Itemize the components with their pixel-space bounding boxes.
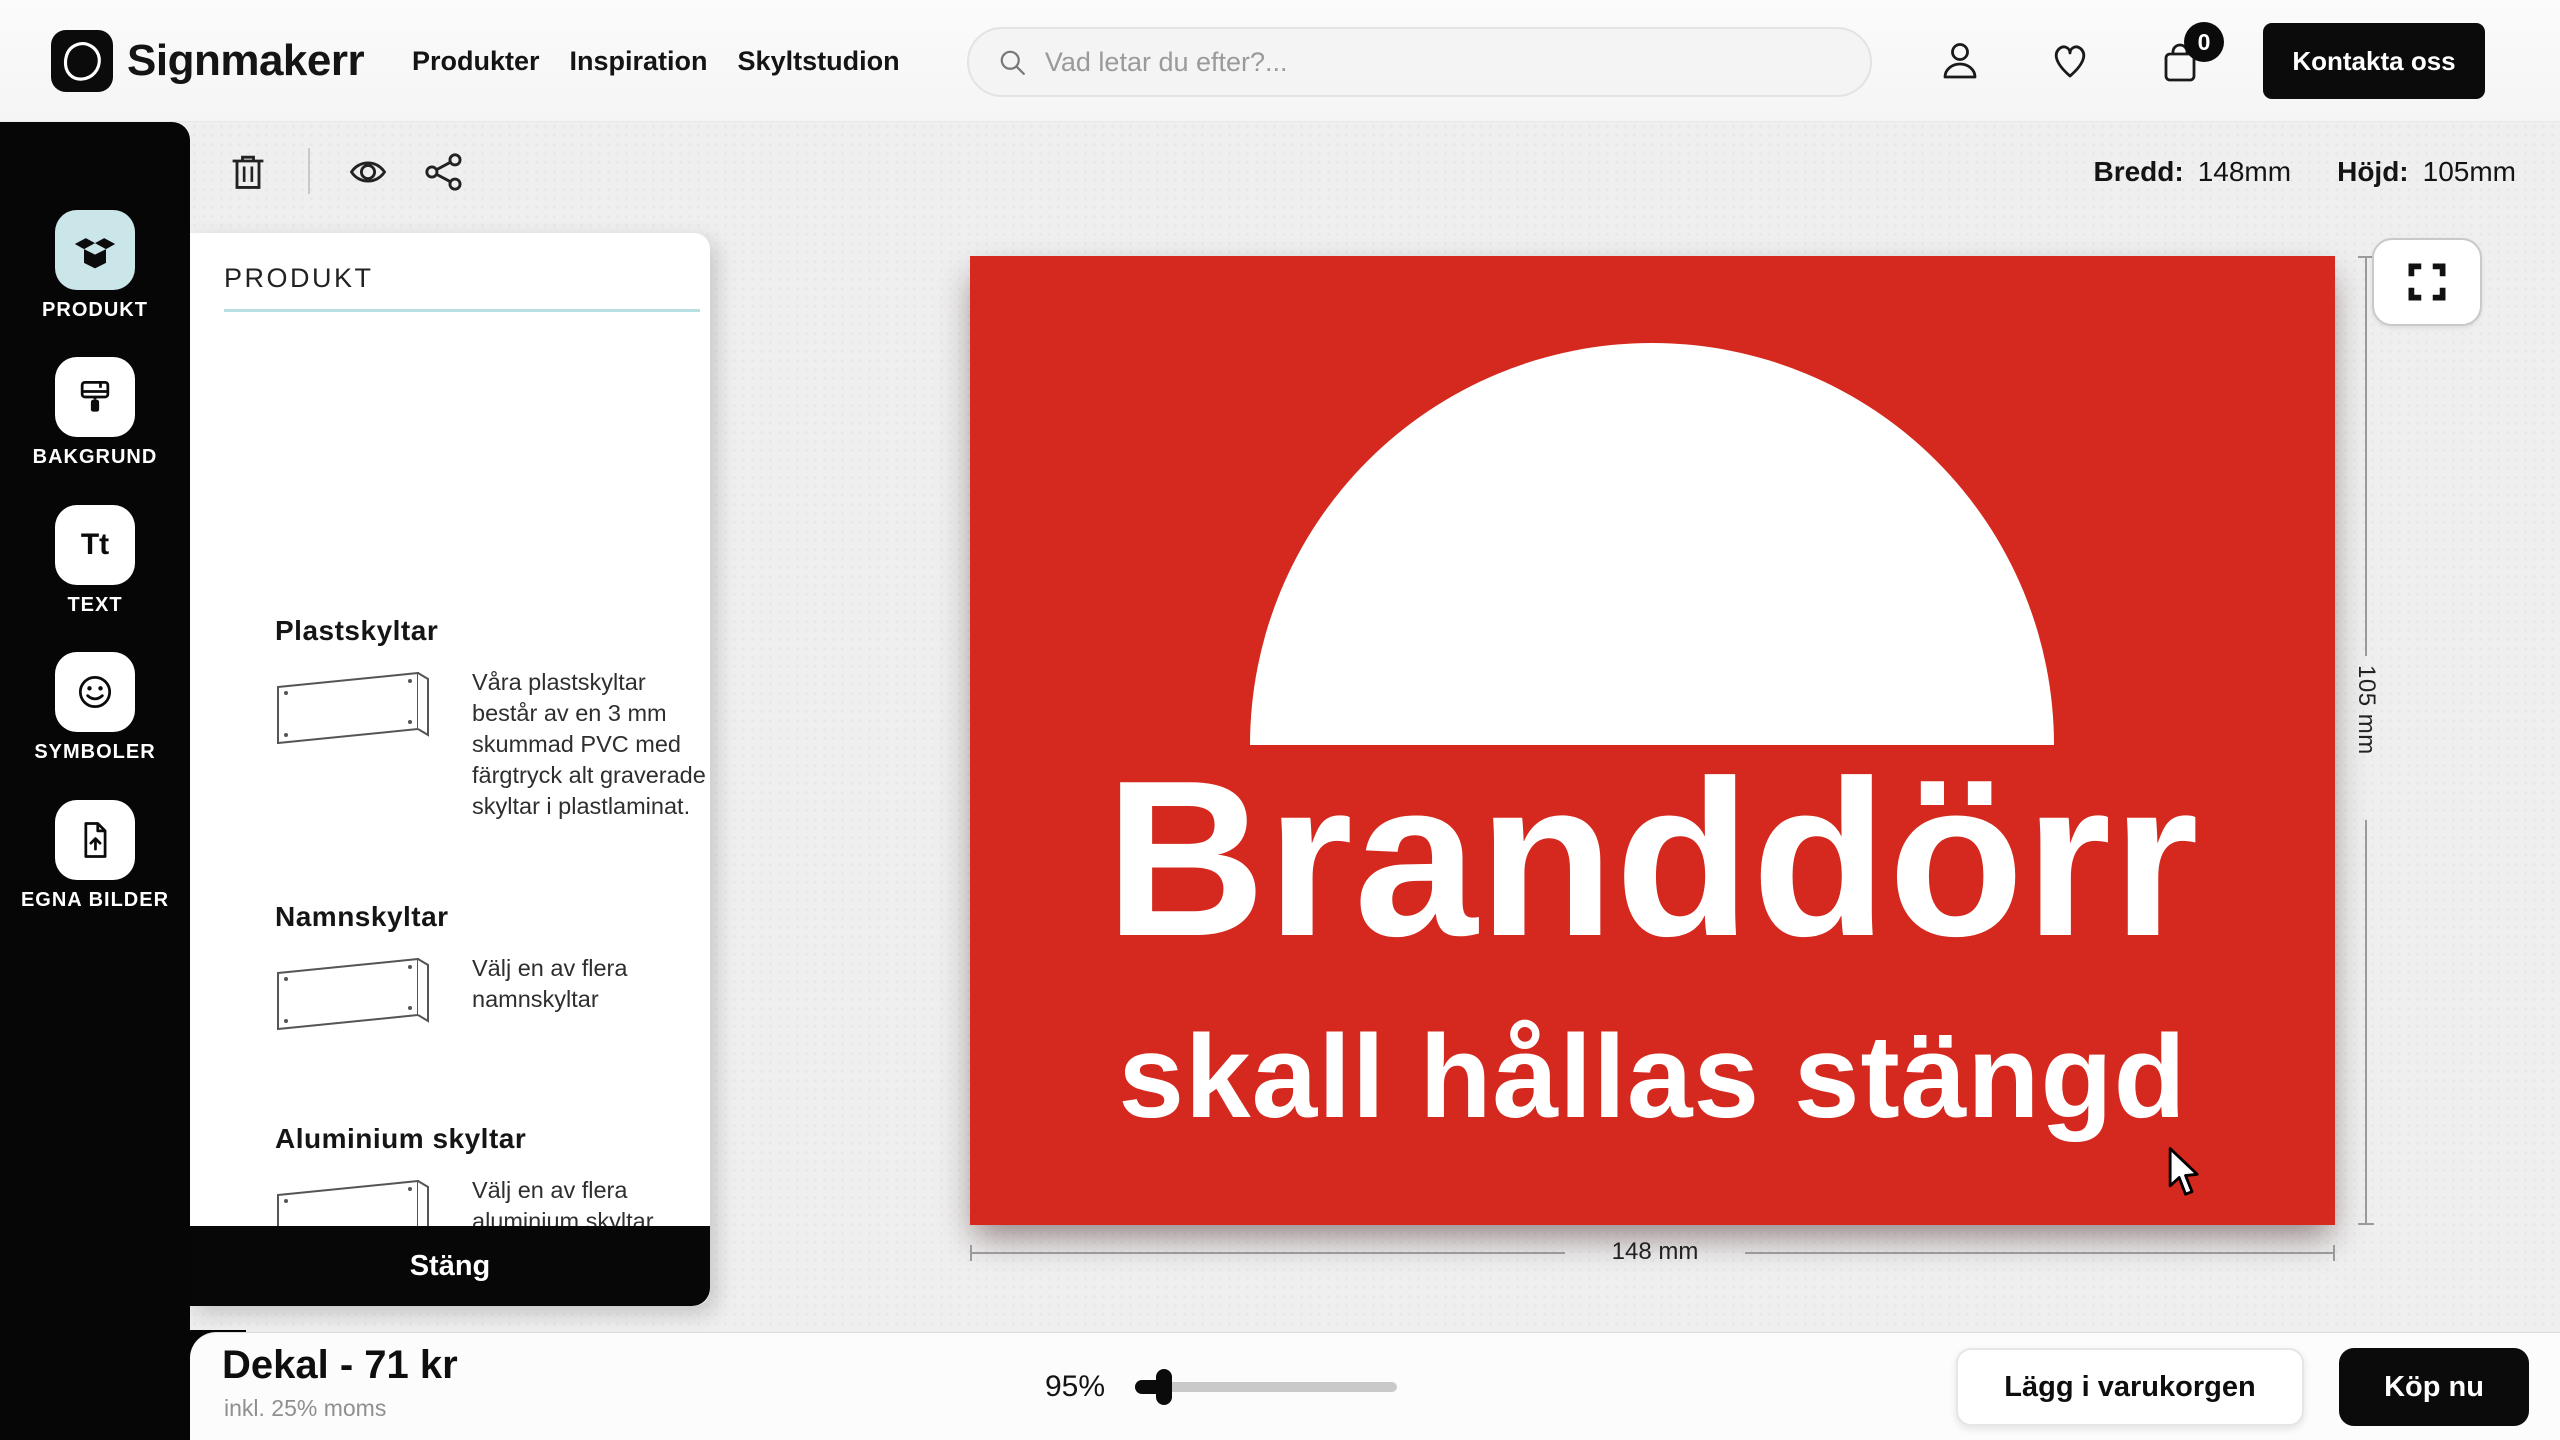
- height-label: Höjd:: [2337, 156, 2409, 188]
- sign-plate-icon: [270, 953, 452, 1033]
- product-panel: PRODUKT Plastskyltar Våra plastskyltar b…: [190, 233, 710, 1306]
- width-label: Bredd:: [2093, 156, 2183, 188]
- panel-title-underline: [224, 309, 700, 312]
- zoom-slider-track[interactable]: [1135, 1382, 1397, 1392]
- fullscreen-button[interactable]: [2372, 238, 2482, 326]
- file-upload-icon: [55, 800, 135, 880]
- close-panel-button[interactable]: Stäng: [190, 1226, 710, 1306]
- zoom-slider-handle[interactable]: [1156, 1369, 1172, 1405]
- heart-icon[interactable]: [2046, 36, 2094, 84]
- buy-now-button[interactable]: Köp nu: [2339, 1348, 2529, 1426]
- nav-skyltstudion[interactable]: Skyltstudion: [738, 46, 900, 77]
- paint-brush-icon: [55, 357, 135, 437]
- cart-count-badge: 0: [2184, 22, 2224, 62]
- zoom-slider[interactable]: [1135, 1367, 1397, 1407]
- sign-plate-icon: [270, 667, 452, 747]
- sidebar-item-produkt[interactable]: PRODUKT: [0, 210, 190, 322]
- add-to-cart-button[interactable]: Lägg i varukorgen: [1956, 1348, 2304, 1426]
- main-nav: Produkter Inspiration Skyltstudion: [412, 0, 900, 122]
- user-icon[interactable]: [1936, 36, 1984, 84]
- section-plastskyltar[interactable]: Plastskyltar Våra plastskyltar består av…: [190, 615, 710, 815]
- nav-produkter[interactable]: Produkter: [412, 46, 540, 77]
- sidebar-item-bakgrund[interactable]: BAKGRUND: [0, 357, 190, 469]
- contact-button[interactable]: Kontakta oss: [2263, 23, 2485, 99]
- search-icon: [995, 44, 1029, 80]
- tool-sidebar: PRODUKT BAKGRUND Tt TEXT SYMBOLER EGNA B…: [0, 122, 190, 1440]
- panel-title: PRODUKT: [224, 263, 374, 294]
- width-dimension-label: 148 mm: [1575, 1238, 1735, 1266]
- brand-logo-icon[interactable]: [51, 30, 113, 92]
- smiley-icon: [55, 652, 135, 732]
- eye-icon[interactable]: [346, 150, 394, 198]
- brand-name: Signmakerr: [127, 0, 364, 122]
- sign-text-line2[interactable]: skall hållas stängd: [970, 1018, 2335, 1136]
- product-price: Dekal - 71 kr: [222, 1343, 458, 1388]
- bottom-bar: Dekal - 71 kr inkl. 25% moms 95% Lägg i …: [190, 1332, 2560, 1440]
- search-input[interactable]: [1045, 47, 1844, 78]
- height-dimension-label: 105 mm: [2352, 665, 2380, 755]
- share-icon[interactable]: [422, 150, 470, 198]
- width-value: 148mm: [2198, 156, 2291, 188]
- zoom-control: 95%: [1045, 1333, 1397, 1440]
- vat-note: inkl. 25% moms: [224, 1395, 386, 1422]
- height-value: 105mm: [2423, 156, 2516, 188]
- toolbar-divider: [308, 148, 310, 194]
- sign-text-line1[interactable]: Branddörr: [970, 748, 2335, 970]
- fullscreen-icon: [2404, 259, 2450, 305]
- sign-canvas[interactable]: Branddörr skall hållas stängd: [970, 256, 2335, 1225]
- sidebar-item-text[interactable]: Tt TEXT: [0, 505, 190, 617]
- search-bar[interactable]: [967, 27, 1872, 97]
- zoom-percentage: 95%: [1045, 1370, 1105, 1404]
- text-Tt-icon: Tt: [55, 505, 135, 585]
- trash-icon[interactable]: [226, 150, 274, 198]
- sign-dimensions-readout: Bredd: 148mm Höjd: 105mm: [2093, 156, 2516, 188]
- open-box-icon: [55, 210, 135, 290]
- sidebar-item-egna-bilder[interactable]: EGNA BILDER: [0, 800, 190, 912]
- app-header: Signmakerr Produkter Inspiration Skyltst…: [0, 0, 2560, 122]
- nav-inspiration[interactable]: Inspiration: [570, 46, 708, 77]
- sidebar-item-symboler[interactable]: SYMBOLER: [0, 652, 190, 764]
- section-namnskyltar[interactable]: Namnskyltar Välj en av flera namnskyltar: [190, 901, 710, 1061]
- sign-semicircle-graphic[interactable]: [1250, 343, 2054, 745]
